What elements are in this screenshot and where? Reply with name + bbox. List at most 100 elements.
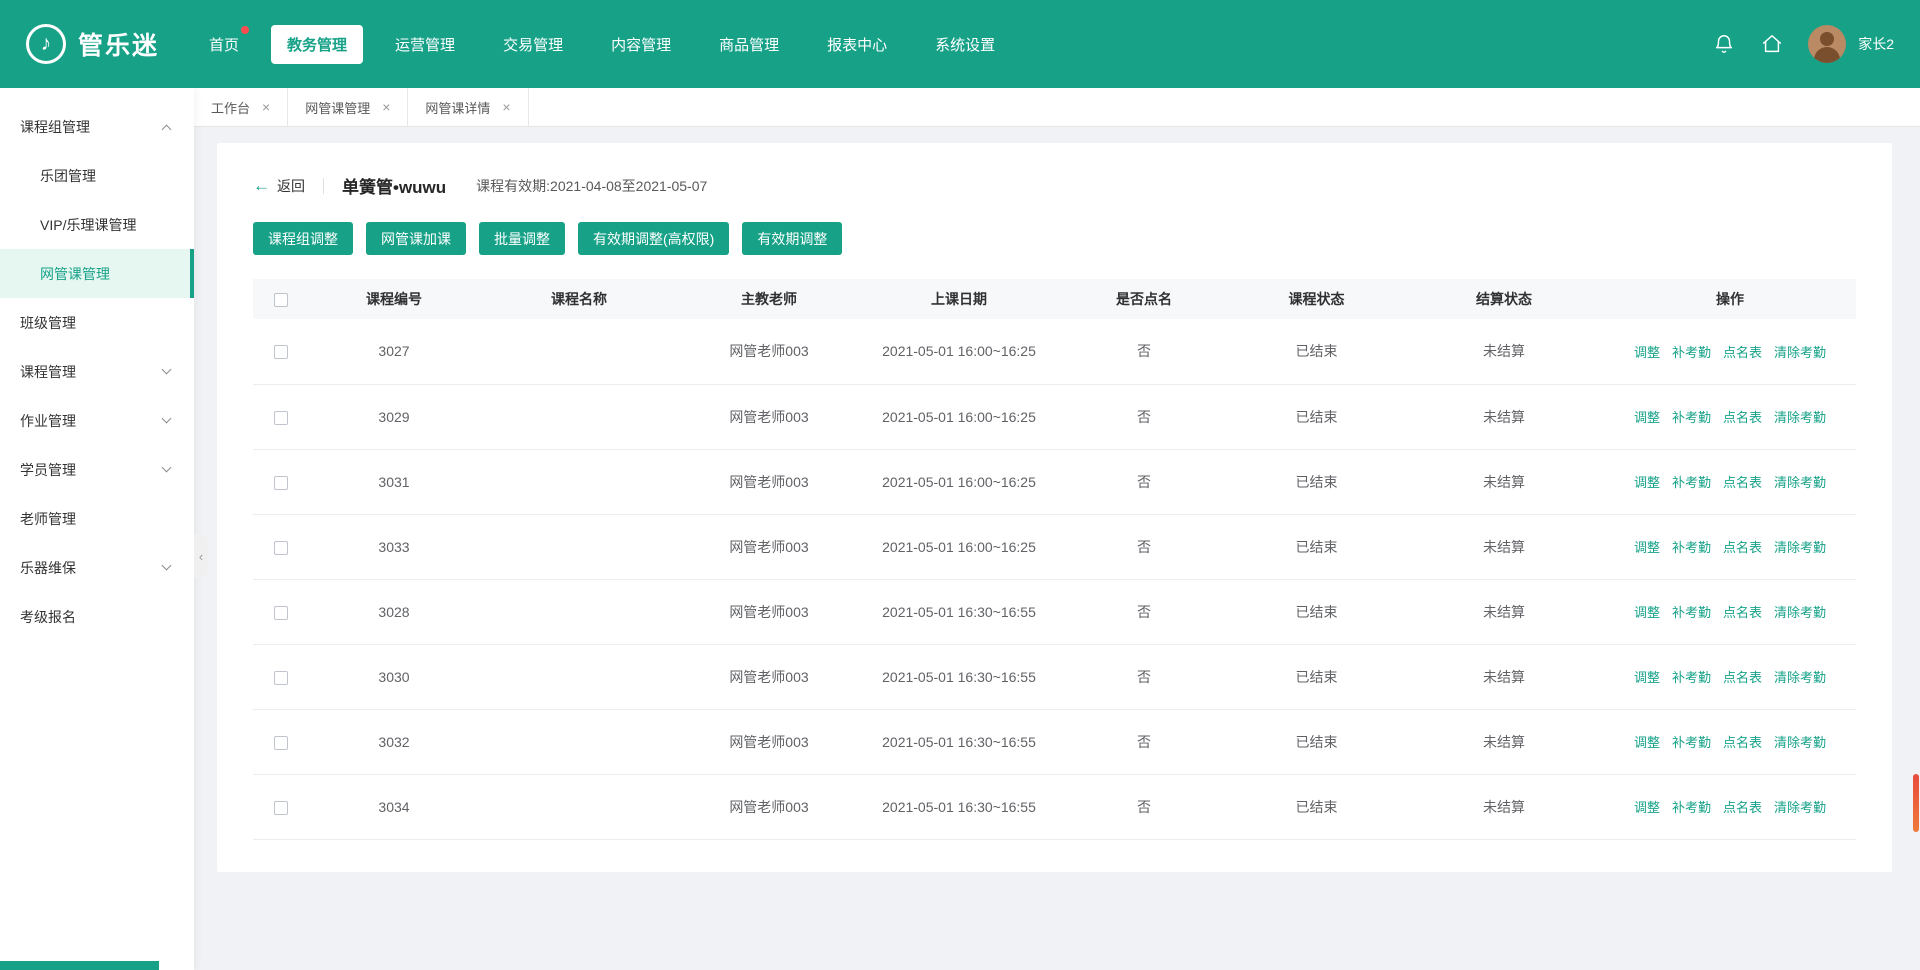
nav-item-transaction-mgmt[interactable]: 交易管理 [487,25,579,64]
nav-item-report-center[interactable]: 报表中心 [811,25,903,64]
row-action-rollcall-sheet[interactable]: 点名表 [1723,670,1762,685]
select-all-checkbox[interactable] [274,293,288,307]
row-checkbox[interactable] [274,801,288,815]
course-group-adjust-button[interactable]: 课程组调整 [253,222,353,255]
row-action-clear-attendance[interactable]: 清除考勤 [1774,735,1826,750]
sidebar-collapse-handle[interactable]: ‹ [194,534,208,578]
row-action-makeup-attendance[interactable]: 补考勤 [1672,540,1711,555]
row-checkbox[interactable] [274,476,288,490]
logo[interactable]: ♪ 管乐迷 [26,24,159,64]
row-action-adjust[interactable]: 调整 [1634,800,1660,815]
sidebar-item-exam-registration[interactable]: 考级报名 [0,592,194,641]
row-checkbox[interactable] [274,411,288,425]
tab-workbench[interactable]: 工作台 × [194,88,288,126]
sidebar-item-label: 班级管理 [20,313,76,333]
col-settlement: 结算状态 [1404,279,1604,319]
action-button-row: 课程组调整 网管课加课 批量调整 有效期调整(高权限) 有效期调整 [253,222,1856,255]
row-action-makeup-attendance[interactable]: 补考勤 [1672,670,1711,685]
row-action-clear-attendance[interactable]: 清除考勤 [1774,410,1826,425]
row-action-rollcall-sheet[interactable]: 点名表 [1723,605,1762,620]
row-action-makeup-attendance[interactable]: 补考勤 [1672,475,1711,490]
batch-adjust-button[interactable]: 批量调整 [479,222,565,255]
tab-online-course-mgmt[interactable]: 网管课管理 × [288,88,408,126]
row-action-rollcall-sheet[interactable]: 点名表 [1723,800,1762,815]
home-icon[interactable] [1760,32,1784,56]
row-action-rollcall-sheet[interactable]: 点名表 [1723,735,1762,750]
nav-item-academic-mgmt[interactable]: 教务管理 [271,25,363,64]
close-icon[interactable]: × [502,100,510,114]
sidebar-item-homework-mgmt[interactable]: 作业管理 [0,396,194,445]
validity-adjust-high-priv-button[interactable]: 有效期调整(高权限) [578,222,729,255]
cell-settlement: 未结算 [1404,579,1604,644]
row-action-clear-attendance[interactable]: 清除考勤 [1774,345,1826,360]
row-checkbox[interactable] [274,541,288,555]
cell-settlement: 未结算 [1404,644,1604,709]
row-action-adjust[interactable]: 调整 [1634,475,1660,490]
row-action-adjust[interactable]: 调整 [1634,410,1660,425]
close-icon[interactable]: × [262,100,270,114]
sidebar-item-class-mgmt[interactable]: 班级管理 [0,298,194,347]
logo-text: 管乐迷 [78,26,159,62]
close-icon[interactable]: × [382,100,390,114]
row-checkbox[interactable] [274,671,288,685]
table-row: 3032 网管老师003 2021-05-01 16:30~16:55 否 已结… [253,709,1856,774]
row-action-rollcall-sheet[interactable]: 点名表 [1723,475,1762,490]
sidebar-item-teacher-mgmt[interactable]: 老师管理 [0,494,194,543]
cell-rollcall: 否 [1059,644,1229,709]
nav-item-operation-mgmt[interactable]: 运营管理 [379,25,471,64]
sidebar-item-online-course-mgmt[interactable]: 网管课管理 [0,249,194,298]
row-action-makeup-attendance[interactable]: 补考勤 [1672,410,1711,425]
cell-actions: 调整补考勤点名表清除考勤 [1604,384,1856,449]
row-action-adjust[interactable]: 调整 [1634,735,1660,750]
row-action-adjust[interactable]: 调整 [1634,345,1660,360]
course-detail-card: ← 返回 单簧管•wuwu 课程有效期:2021-04-08至2021-05-0… [217,143,1892,872]
scrollbar-thumb[interactable] [1913,774,1919,832]
cell-settlement: 未结算 [1404,449,1604,514]
nav-item-system-settings[interactable]: 系统设置 [919,25,1011,64]
sidebar-item-orchestra-mgmt[interactable]: 乐团管理 [0,151,194,200]
cell-date: 2021-05-01 16:00~16:25 [859,319,1059,384]
sidebar-item-student-mgmt[interactable]: 学员管理 [0,445,194,494]
row-action-clear-attendance[interactable]: 清除考勤 [1774,670,1826,685]
sidebar-item-instrument-maintenance[interactable]: 乐器维保 [0,543,194,592]
bell-icon[interactable] [1712,32,1736,56]
row-action-rollcall-sheet[interactable]: 点名表 [1723,345,1762,360]
row-action-clear-attendance[interactable]: 清除考勤 [1774,540,1826,555]
sidebar-item-course-mgmt[interactable]: 课程管理 [0,347,194,396]
sidebar-item-course-group-mgmt[interactable]: 课程组管理 [0,102,194,151]
cell-actions: 调整补考勤点名表清除考勤 [1604,579,1856,644]
chevron-down-icon [162,365,172,375]
row-action-rollcall-sheet[interactable]: 点名表 [1723,410,1762,425]
cell-date: 2021-05-01 16:30~16:55 [859,644,1059,709]
row-action-makeup-attendance[interactable]: 补考勤 [1672,605,1711,620]
row-action-clear-attendance[interactable]: 清除考勤 [1774,475,1826,490]
row-checkbox[interactable] [274,345,288,359]
row-action-clear-attendance[interactable]: 清除考勤 [1774,800,1826,815]
back-button[interactable]: ← 返回 [253,176,305,196]
cell-course-name [479,319,679,384]
nav-item-product-mgmt[interactable]: 商品管理 [703,25,795,64]
row-checkbox[interactable] [274,606,288,620]
row-action-adjust[interactable]: 调整 [1634,540,1660,555]
row-action-adjust[interactable]: 调整 [1634,605,1660,620]
sidebar-item-label: 考级报名 [20,607,76,627]
validity-adjust-button[interactable]: 有效期调整 [742,222,842,255]
nav-item-content-mgmt[interactable]: 内容管理 [595,25,687,64]
add-online-lesson-button[interactable]: 网管课加课 [366,222,466,255]
sidebar-item-label: 乐团管理 [40,166,96,186]
cell-rollcall: 否 [1059,709,1229,774]
sidebar-item-vip-theory-mgmt[interactable]: VIP/乐理课管理 [0,200,194,249]
row-action-clear-attendance[interactable]: 清除考勤 [1774,605,1826,620]
cell-date: 2021-05-01 16:00~16:25 [859,514,1059,579]
row-checkbox[interactable] [274,736,288,750]
row-action-makeup-attendance[interactable]: 补考勤 [1672,800,1711,815]
top-navbar: ♪ 管乐迷 首页 教务管理 运营管理 交易管理 内容管理 商品管理 报表中心 系… [0,0,1920,88]
row-action-adjust[interactable]: 调整 [1634,670,1660,685]
user-avatar[interactable] [1808,25,1846,63]
row-action-rollcall-sheet[interactable]: 点名表 [1723,540,1762,555]
row-action-makeup-attendance[interactable]: 补考勤 [1672,735,1711,750]
cell-actions: 调整补考勤点名表清除考勤 [1604,709,1856,774]
nav-item-home[interactable]: 首页 [193,25,255,64]
tab-online-course-detail[interactable]: 网管课详情 × [408,88,528,126]
row-action-makeup-attendance[interactable]: 补考勤 [1672,345,1711,360]
